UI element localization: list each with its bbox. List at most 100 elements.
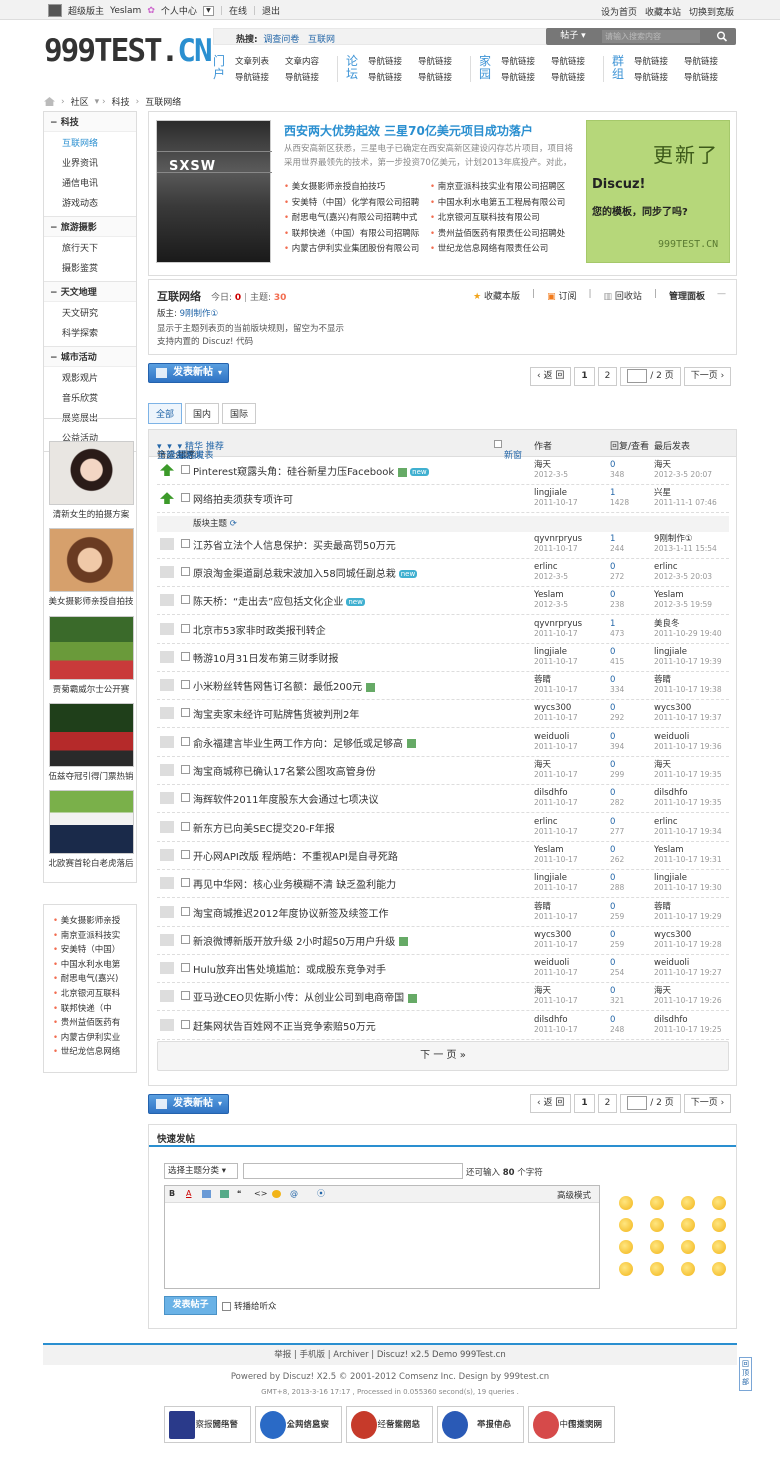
topic-category-select[interactable]: 选择主题分类 ▾ (164, 1163, 238, 1179)
last-poster[interactable]: Yeslam (654, 590, 684, 600)
thread-author[interactable]: 海天 (534, 460, 551, 470)
reply-count[interactable]: 0 (610, 902, 615, 912)
last-poster[interactable]: lingjiale (654, 873, 687, 883)
breadcrumb-item[interactable]: 科技 (112, 95, 130, 108)
reply-count[interactable]: 0 (610, 1015, 615, 1025)
filter-all-topics[interactable]: 全部主题 ▾ (157, 442, 193, 461)
icp-badge[interactable]: 经营性网站 备案信息 (346, 1406, 433, 1443)
collapse-icon[interactable]: — (717, 289, 726, 302)
thread-title[interactable]: 小米粉丝转售网售订名额：最低200元 (193, 678, 376, 693)
thread-title[interactable]: 北京市53家非时政类报刊转企 (193, 622, 326, 637)
list-item[interactable]: 联邦快递（中国）有限公司招聘际 (284, 227, 430, 239)
last-poster[interactable]: 海天 (654, 460, 671, 470)
new-window-toggle[interactable]: 新窗 (494, 439, 522, 461)
list-item[interactable]: 南京亚派科技实 (44, 929, 136, 944)
thread-title[interactable]: Hulu放弃出售处境尴尬：或成股东竞争对手 (193, 961, 386, 976)
table-row[interactable]: 淘宝商城推迟2012年度协议新签及续签工作 蓉睛 2011-10-17 0 259 蓉睛 2… (157, 899, 729, 927)
thread-title[interactable]: 亚马逊CEO贝佐斯小传：从创业公司到电商帝国 (193, 989, 418, 1004)
reply-count[interactable]: 0 (610, 703, 615, 713)
page-input[interactable] (627, 368, 648, 383)
page-number[interactable]: 2 (597, 1094, 618, 1113)
back-button[interactable]: ‹ 返 回 (530, 367, 572, 386)
reply-count[interactable]: 0 (610, 845, 615, 855)
smiley-icon[interactable] (712, 1240, 726, 1254)
thread-checkbox[interactable] (181, 538, 190, 548)
sidebar-item[interactable]: 科学探索 (44, 322, 136, 342)
nav-link[interactable]: 文章内容 (285, 55, 335, 67)
filter-all-time[interactable]: 全部时间 ▾ (167, 442, 203, 461)
thread-author[interactable]: lingjiale (534, 488, 567, 498)
next-page-button[interactable]: 下一页 › (683, 1094, 732, 1113)
thread-author[interactable]: erlinc (534, 562, 558, 572)
set-homepage-link[interactable]: 设为首页 (601, 5, 637, 18)
share-checkbox[interactable]: 转播给听众 (222, 1300, 277, 1312)
home-icon[interactable] (44, 97, 55, 106)
reply-count[interactable]: 0 (610, 647, 615, 657)
sidebar-item[interactable]: 通信电讯 (44, 172, 136, 192)
list-item[interactable]: 美女摄影师亲授 (44, 914, 136, 929)
thread-title[interactable]: 淘宝商城称已确认17名繁公图攻高管身份 (193, 763, 376, 778)
sidebar-group-title[interactable]: − 天文地理 (44, 282, 136, 302)
thread-title[interactable]: 淘宝商城推迟2012年度协议新签及续签工作 (193, 905, 388, 920)
back-button[interactable]: ‹ 返 回 (530, 1094, 572, 1113)
reply-count[interactable]: 1 (610, 619, 615, 629)
table-row[interactable]: 赶集网状告百姓网不正当竞争索赔50万元 dilsdhfo 2011-10-17 0 24… (157, 1012, 729, 1040)
sidebar-item[interactable]: 业界资讯 (44, 152, 136, 172)
thread-checkbox[interactable] (181, 934, 190, 944)
thread-author[interactable]: wycs300 (534, 930, 571, 940)
smiley-icon[interactable] (712, 1196, 726, 1210)
last-poster[interactable]: erlinc (654, 562, 678, 572)
nav-link[interactable]: 导航链接 (501, 71, 551, 83)
reply-count[interactable]: 0 (610, 675, 615, 685)
picture-item[interactable]: 美女摄影师亲授自拍技 (48, 528, 134, 607)
thread-title[interactable]: 新东方已向美SEC提交20-F年报 (193, 820, 335, 835)
advanced-mode-link[interactable]: 高级模式 (557, 1189, 591, 1201)
list-item[interactable]: 耐思电气(嘉兴) (44, 972, 136, 987)
smiley-icon[interactable] (681, 1218, 695, 1232)
last-poster[interactable]: wycs300 (654, 930, 691, 940)
picture-item[interactable]: 清新女生的拍摄方案 (48, 441, 134, 520)
table-row[interactable]: 网络拍卖须获专项许可 lingjiale 2011-10-17 1 1428 兴星 2011… (157, 485, 729, 514)
thread-checkbox[interactable] (181, 821, 190, 831)
thread-author[interactable]: weiduoli (534, 958, 569, 968)
sidebar-group-title[interactable]: − 科技 (44, 112, 136, 132)
thread-title[interactable]: 开心网API改版 程炳皓：不重视API是自寻死路 (193, 848, 398, 863)
page-input[interactable] (627, 1095, 648, 1110)
link-icon[interactable] (220, 1190, 229, 1198)
police-badge[interactable]: 网络警 察报警平台 (164, 1406, 251, 1443)
nav-link[interactable]: 导航链接 (551, 71, 601, 83)
table-row[interactable]: Hulu放弃出售处境尴尬：或成股东竞争对手 weiduoli 2011-10-17 0… (157, 955, 729, 984)
avatar[interactable] (48, 4, 62, 17)
thread-checkbox[interactable] (181, 1019, 190, 1029)
tab-international[interactable]: 国际 (222, 403, 257, 424)
list-item[interactable]: 中国水利水电第五工程局有限公司 (430, 196, 576, 208)
thread-checkbox[interactable] (181, 623, 190, 633)
thread-author[interactable]: 蓉睛 (534, 902, 551, 912)
favorite-forum-button[interactable]: ★ 收藏本版 (473, 289, 520, 302)
last-poster[interactable]: dilsdhfo (654, 1015, 688, 1025)
thread-author[interactable]: lingjiale (534, 873, 567, 883)
page-number[interactable]: 1 (574, 367, 595, 386)
sidebar-item[interactable]: 旅行天下 (44, 237, 136, 257)
list-item[interactable]: 耐思电气(嘉兴)有限公司招聘中式 (284, 211, 430, 223)
thread-author[interactable]: weiduoli (534, 732, 569, 742)
list-item[interactable]: 美女摄影师亲授自拍技巧 (284, 180, 430, 192)
site-logo[interactable]: 999TEST.CN (44, 33, 213, 69)
thread-checkbox[interactable] (181, 849, 190, 859)
thread-author[interactable]: 蓉睛 (534, 675, 551, 685)
reply-count[interactable]: 0 (610, 562, 615, 572)
thread-author[interactable]: lingjiale (534, 647, 567, 657)
security-badge[interactable]: 公共信息安 全网络监察 (255, 1406, 342, 1443)
table-row[interactable]: 江苏省立法个人信息保护：买卖最高罚50万元 qyvnrpryus 2011-10-1… (157, 531, 729, 559)
last-poster[interactable]: Yeslam (654, 845, 684, 855)
thread-checkbox[interactable] (181, 963, 190, 973)
recycle-bin-link[interactable]: ▥ 回收站 (604, 289, 642, 302)
smiley-icon[interactable] (619, 1240, 633, 1254)
nav-link[interactable]: 导航链接 (418, 55, 468, 67)
sidebar-item[interactable]: 互联网络 (44, 132, 136, 152)
nav-link[interactable]: 导航链接 (368, 71, 418, 83)
post-title-input[interactable] (243, 1163, 463, 1179)
hot-search-item[interactable]: 互联网 (308, 35, 335, 45)
last-poster[interactable]: lingjiale (654, 647, 687, 657)
thread-checkbox[interactable] (181, 566, 190, 576)
